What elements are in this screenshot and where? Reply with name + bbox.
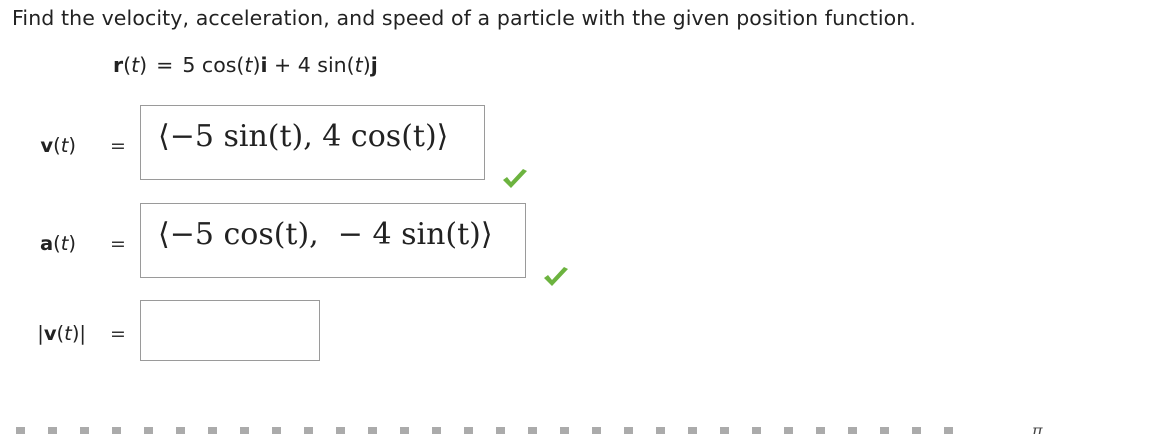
equals-sign: =	[110, 323, 126, 345]
velocity-answer-field[interactable]: ⟨−5 sin(t), 4 cos(t)⟩	[140, 105, 485, 180]
acceleration-answer-field[interactable]: ⟨−5 cos(t), − 4 sin(t)⟩	[140, 203, 526, 278]
cut-off-text	[16, 427, 976, 434]
acceleration-answer-value: ⟨−5 cos(t), − 4 sin(t)⟩	[158, 217, 493, 252]
variable-t: t	[131, 53, 140, 77]
label-bar: |	[37, 322, 44, 345]
unit-vector-j: j	[370, 53, 378, 77]
equals-sign: =	[110, 135, 126, 157]
term-cos: 5 cos(	[182, 53, 245, 77]
vector-r: r	[113, 53, 124, 77]
unit-vector-i: i	[260, 53, 268, 77]
vector-v: v	[43, 322, 57, 345]
close-paren: )	[362, 53, 371, 77]
plus-sign: +	[267, 53, 298, 77]
variable-t: t	[64, 322, 72, 345]
variable-t: t	[60, 232, 69, 255]
vector-v: v	[40, 134, 54, 157]
position-function: r(t) = 5 cos(t)i + 4 sin(t)j	[113, 53, 378, 77]
term-sin: 4 sin(	[297, 53, 355, 77]
speed-answer-field[interactable]	[140, 300, 320, 361]
vector-a: a	[39, 232, 54, 255]
variable-t: t	[354, 53, 363, 77]
pi-symbol: π	[1032, 424, 1043, 434]
speed-label: |v(t)|	[37, 322, 86, 345]
variable-t: t	[60, 134, 69, 157]
equals-sign: =	[156, 53, 174, 77]
acceleration-label: a(t)	[39, 232, 76, 255]
velocity-label: v(t)	[40, 134, 76, 157]
question-prompt: Find the velocity, acceleration, and spe…	[12, 6, 916, 30]
equals-sign: =	[110, 233, 126, 255]
velocity-answer-value: ⟨−5 sin(t), 4 cos(t)⟩	[158, 119, 449, 154]
label-bar: |	[79, 322, 86, 345]
next-question-partial: π	[0, 424, 1160, 434]
checkmark-icon	[503, 169, 527, 188]
checkmark-icon	[544, 267, 568, 286]
